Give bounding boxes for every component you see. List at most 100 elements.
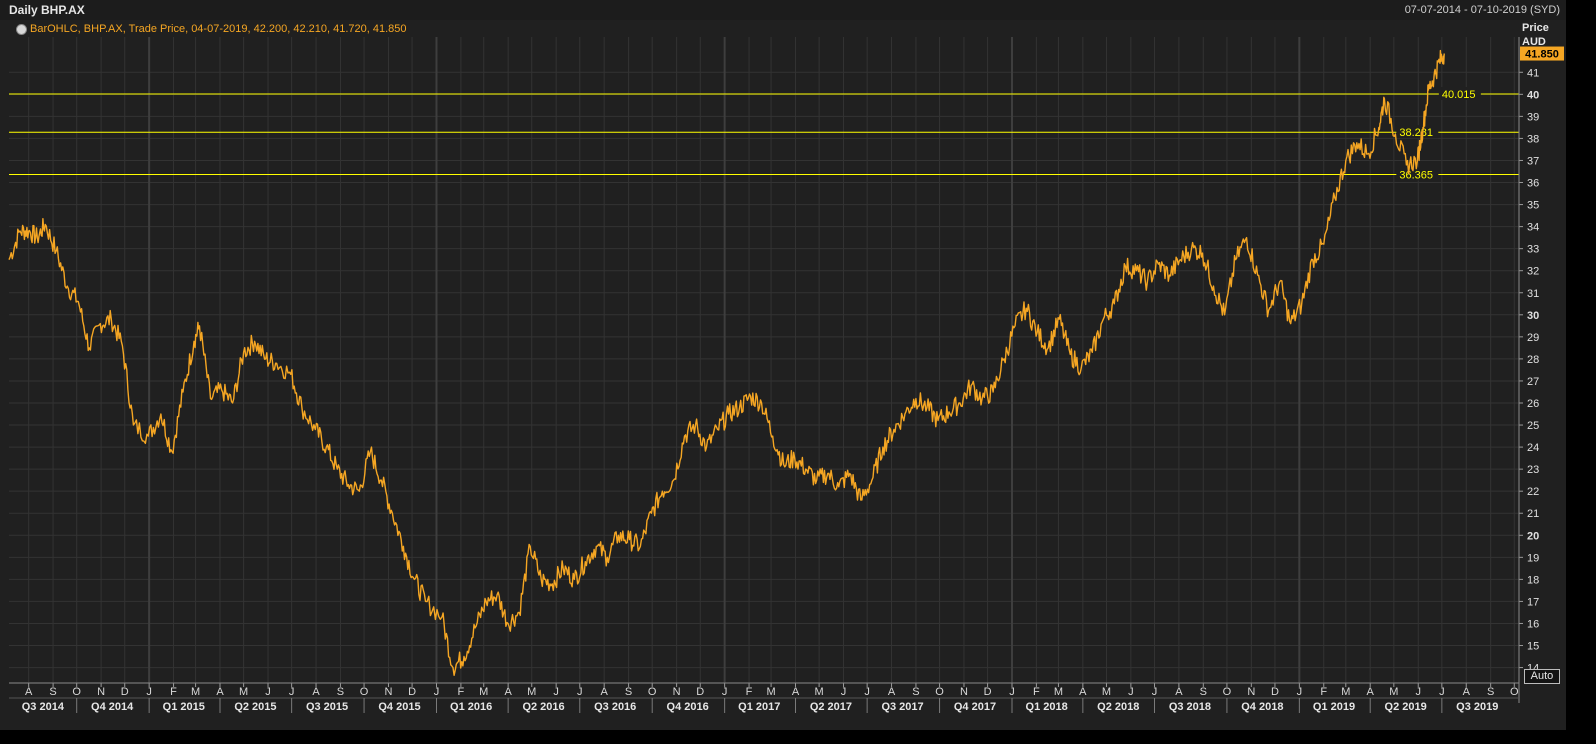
y-tick-label: 29 — [1527, 332, 1539, 344]
month-tick-label: D — [408, 686, 416, 698]
month-tick-label: O — [648, 686, 657, 698]
month-tick-label: J — [841, 686, 847, 698]
month-tick-label: A — [1367, 686, 1375, 698]
month-tick-label: N — [673, 686, 681, 698]
month-tick-label: J — [1128, 686, 1134, 698]
y-tick-label: 25 — [1527, 420, 1539, 432]
month-tick-label: A — [504, 686, 512, 698]
y-tick-label: 30 — [1527, 310, 1539, 322]
month-tick-label: O — [1223, 686, 1232, 698]
y-tick-label: 32 — [1527, 266, 1539, 278]
y-tick-label: 41 — [1527, 67, 1539, 79]
month-tick-label: A — [1175, 686, 1183, 698]
month-tick-label: J — [577, 686, 583, 698]
month-tick-label: M — [1341, 686, 1350, 698]
y-tick-label: 17 — [1527, 596, 1539, 608]
quarter-label: Q2 2017 — [810, 701, 852, 713]
month-tick-label: N — [384, 686, 392, 698]
quarter-label: Q4 2015 — [378, 701, 420, 713]
quarter-label: Q1 2017 — [738, 701, 780, 713]
y-tick-label: 19 — [1527, 552, 1539, 564]
y-tick-label: 33 — [1527, 244, 1539, 256]
month-tick-label: O — [72, 686, 81, 698]
price-chart[interactable]: 40.01538.28136.365 141516171819202122232… — [0, 0, 1566, 730]
y-tick-label: 22 — [1527, 486, 1539, 498]
month-tick-label: N — [97, 686, 105, 698]
y-tick-label: 23 — [1527, 464, 1539, 476]
y-tick-label: 18 — [1527, 574, 1539, 586]
month-tick-label: F — [746, 686, 753, 698]
month-tick-label: S — [912, 686, 919, 698]
month-tick-label: O — [935, 686, 944, 698]
month-tick-label: A — [312, 686, 320, 698]
time-axis: ASONDJFMAMJJASONDJFMAMJJASONDJFMAMJJASON… — [9, 682, 1519, 713]
month-tick-label: A — [1463, 686, 1471, 698]
month-tick-label: N — [960, 686, 968, 698]
month-tick-label: J — [289, 686, 295, 698]
month-tick-label: M — [766, 686, 775, 698]
month-tick-label: S — [49, 686, 56, 698]
y-tick-label: 21 — [1527, 508, 1539, 520]
quarter-label: Q1 2015 — [163, 701, 205, 713]
y-tick-label: 34 — [1527, 222, 1539, 234]
y-tick-label: 35 — [1527, 200, 1539, 212]
month-tick-label: J — [1415, 686, 1421, 698]
month-tick-label: M — [239, 686, 248, 698]
month-tick-label: J — [1009, 686, 1015, 698]
y-tick-label: 38 — [1527, 133, 1539, 145]
month-tick-label: M — [191, 686, 200, 698]
month-tick-label: F — [1033, 686, 1040, 698]
month-tick-label: O — [1510, 686, 1519, 698]
quarter-label: Q3 2014 — [22, 701, 65, 713]
y-tick-label: 39 — [1527, 111, 1539, 123]
month-tick-label: A — [792, 686, 800, 698]
chart-window: Daily BHP.AX 07-07-2014 - 07-10-2019 (SY… — [0, 0, 1566, 730]
month-tick-label: D — [1271, 686, 1279, 698]
month-tick-label: S — [1487, 686, 1494, 698]
month-tick-label: J — [1152, 686, 1158, 698]
month-tick-label: S — [337, 686, 344, 698]
quarter-label: Q3 2017 — [881, 701, 923, 713]
y-tick-label: 24 — [1527, 442, 1539, 454]
plot-area — [9, 37, 1519, 683]
month-tick-label: M — [815, 686, 824, 698]
month-tick-label: J — [1439, 686, 1445, 698]
quarter-label: Q1 2018 — [1026, 701, 1068, 713]
month-tick-label: F — [1320, 686, 1327, 698]
y-tick-label: 31 — [1527, 288, 1539, 300]
month-tick-label: J — [553, 686, 559, 698]
month-tick-label: S — [625, 686, 632, 698]
quarter-label: Q2 2018 — [1097, 701, 1139, 713]
month-tick-label: J — [434, 686, 440, 698]
y-tick-label: 20 — [1527, 530, 1539, 542]
month-tick-label: F — [170, 686, 177, 698]
month-tick-label: M — [479, 686, 488, 698]
quarter-label: Q2 2019 — [1385, 701, 1427, 713]
y-tick-label: 37 — [1527, 155, 1539, 167]
quarter-label: Q3 2016 — [594, 701, 636, 713]
quarter-label: Q2 2015 — [234, 701, 276, 713]
month-tick-label: J — [146, 686, 152, 698]
quarter-label: Q3 2018 — [1169, 701, 1211, 713]
month-tick-label: A — [601, 686, 609, 698]
month-tick-label: A — [888, 686, 896, 698]
y-tick-label: 36 — [1527, 178, 1539, 190]
month-tick-label: A — [216, 686, 224, 698]
auto-scale-button[interactable]: Auto — [1524, 669, 1560, 684]
y-tick-label: 27 — [1527, 376, 1539, 388]
y-tick-label: 26 — [1527, 398, 1539, 410]
grid-layer — [9, 37, 1519, 683]
month-tick-label: J — [265, 686, 271, 698]
month-tick-label: D — [984, 686, 992, 698]
month-tick-label: M — [1102, 686, 1111, 698]
month-tick-label: A — [1079, 686, 1087, 698]
month-tick-label: J — [1297, 686, 1303, 698]
quarter-label: Q1 2019 — [1313, 701, 1355, 713]
month-tick-label: D — [696, 686, 704, 698]
price-axis: 1415161718192021222324252627282930313233… — [1518, 37, 1564, 703]
quarter-label: Q1 2016 — [450, 701, 492, 713]
quarter-label: Q4 2014 — [91, 701, 134, 713]
month-tick-label: M — [527, 686, 536, 698]
quarter-label: Q3 2019 — [1456, 701, 1498, 713]
quarter-label: Q2 2016 — [522, 701, 564, 713]
